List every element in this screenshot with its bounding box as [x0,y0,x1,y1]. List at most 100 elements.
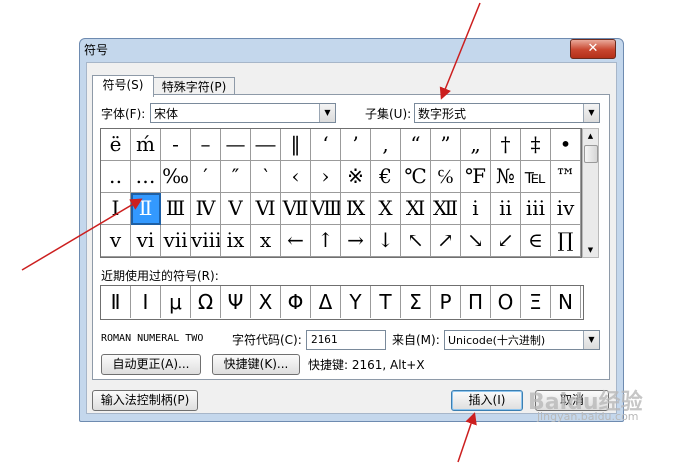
symbol-cell[interactable]: › [311,161,341,193]
shortcut-key-info: 快捷键: 2161, Alt+X [308,358,425,372]
symbol-cell[interactable]: ⅶ [161,225,191,257]
recent-symbol-cell[interactable]: Ⅱ [101,286,131,318]
symbol-cell[interactable]: ↘ [461,225,491,257]
symbol-cell[interactable]: ∈ [521,225,551,257]
recent-symbol-cell[interactable]: Σ [401,286,431,318]
symbol-cell[interactable]: , [371,129,401,161]
symbol-grid-scrollbar[interactable]: ▲ ▼ [582,128,599,258]
symbol-cell[interactable]: ™ [551,161,581,193]
recent-symbol-cell[interactable]: Χ [251,286,281,318]
recent-symbol-cell[interactable]: Ω [191,286,221,318]
symbol-cell[interactable]: ‖ [281,129,311,161]
autocorrect-button[interactable]: 自动更正(A)... [101,354,201,375]
symbol-cell[interactable]: Ⅴ [221,193,251,225]
symbol-cell[interactable]: • [551,129,581,161]
symbol-cell[interactable]: ‘ [311,129,341,161]
symbol-cell[interactable]: Ⅻ [431,193,461,225]
recent-symbol-cell[interactable]: Ⅰ [131,286,161,318]
recent-symbol-cell[interactable]: Φ [281,286,311,318]
symbol-cell[interactable]: € [371,161,401,193]
symbol-cell[interactable]: ↖ [401,225,431,257]
char-code-input[interactable]: 2161 [306,330,386,350]
symbol-cell[interactable]: ë [101,129,131,161]
symbol-cell[interactable]: → [341,225,371,257]
symbol-cell[interactable]: Ⅸ [341,193,371,225]
symbol-cell[interactable]: № [491,161,521,193]
shortcut-key-button[interactable]: 快捷键(K)... [212,354,300,375]
symbol-cell[interactable]: ‥ [101,161,131,193]
symbol-cell[interactable]: † [491,129,521,161]
insert-button[interactable]: 插入(I) [451,390,523,411]
symbol-cell[interactable]: ′ [191,161,221,193]
tab-symbols[interactable]: 符号(S) [92,75,154,97]
symbol-cell[interactable]: Ⅱ [131,193,161,225]
symbol-cell[interactable]: ⅵ [131,225,161,257]
recent-symbol-cell[interactable]: Τ [371,286,401,318]
recent-symbol-cell[interactable]: Ο [491,286,521,318]
symbol-cell[interactable]: ‡ [521,129,551,161]
font-select[interactable]: 宋体 ▼ [150,103,336,123]
symbol-cell[interactable]: ⅱ [491,193,521,225]
symbol-cell[interactable]: ↗ [431,225,461,257]
symbol-cell[interactable]: ⅷ [191,225,221,257]
symbol-cell[interactable]: ⅲ [521,193,551,225]
from-select[interactable]: Unicode(十六进制) ▼ [444,330,600,350]
recent-symbol-cell[interactable]: μ [161,286,191,318]
symbol-cell[interactable]: ↑ [311,225,341,257]
symbol-cell[interactable]: Ⅰ [101,193,131,225]
recent-symbol-cell[interactable]: Ν [551,286,581,318]
symbol-cell[interactable]: Ⅵ [251,193,281,225]
recent-symbol-cell[interactable]: Ρ [431,286,461,318]
symbol-cell[interactable]: Ⅷ [311,193,341,225]
scroll-up-icon[interactable]: ▲ [583,129,598,143]
subset-select[interactable]: 数字形式 ▼ [414,103,600,123]
symbol-cell[interactable]: ℅ [431,161,461,193]
symbol-cell[interactable]: – [191,129,221,161]
symbol-cell[interactable]: ″ [221,161,251,193]
recent-symbol-cell[interactable]: Π [461,286,491,318]
symbol-cell[interactable]: ḿ [131,129,161,161]
symbol-cell[interactable]: … [131,161,161,193]
symbol-cell[interactable]: Ⅳ [191,193,221,225]
symbol-cell[interactable]: Ⅶ [281,193,311,225]
symbol-cell[interactable]: - [161,129,191,161]
chevron-down-icon[interactable]: ▼ [583,331,599,349]
character-name: ROMAN NUMERAL TWO [101,333,204,344]
recent-symbol-cell[interactable]: Ψ [221,286,251,318]
scroll-thumb[interactable] [584,145,598,163]
recent-symbol-cell[interactable]: Ξ [521,286,551,318]
symbol-cell[interactable]: ℃ [401,161,431,193]
symbol-cell[interactable]: ↓ [371,225,401,257]
symbol-cell[interactable]: ∏ [551,225,581,257]
symbol-cell[interactable]: ← [281,225,311,257]
symbol-cell[interactable]: ⅹ [251,225,281,257]
symbol-cell[interactable]: “ [401,129,431,161]
symbol-cell[interactable]: ⅰ [461,193,491,225]
subset-label: 子集(U): [365,107,412,121]
recent-symbol-cell[interactable]: Υ [341,286,371,318]
symbol-cell[interactable]: ※ [341,161,371,193]
recent-symbol-cell[interactable]: Δ [311,286,341,318]
scroll-down-icon[interactable]: ▼ [583,243,598,257]
symbol-cell[interactable]: ℉ [461,161,491,193]
symbol-cell[interactable]: ― [251,129,281,161]
symbol-cell[interactable]: ‵ [251,161,281,193]
symbol-cell[interactable]: ℡ [521,161,551,193]
ime-handle-button[interactable]: 输入法控制柄(P) [92,390,198,411]
symbol-cell[interactable]: Ⅺ [401,193,431,225]
symbol-cell[interactable]: ⅴ [101,225,131,257]
symbol-cell[interactable]: ⅸ [221,225,251,257]
chevron-down-icon[interactable]: ▼ [583,104,599,122]
symbol-cell[interactable]: ↙ [491,225,521,257]
symbol-cell[interactable]: Ⅹ [371,193,401,225]
symbol-cell[interactable]: „ [461,129,491,161]
symbol-cell[interactable]: ‰ [161,161,191,193]
symbol-cell[interactable]: ’ [341,129,371,161]
symbol-cell[interactable]: ‹ [281,161,311,193]
close-button[interactable]: ✕ [570,39,616,59]
symbol-cell[interactable]: — [221,129,251,161]
chevron-down-icon[interactable]: ▼ [319,104,335,122]
symbol-cell[interactable]: ⅳ [551,193,581,225]
symbol-cell[interactable]: ” [431,129,461,161]
symbol-cell[interactable]: Ⅲ [161,193,191,225]
